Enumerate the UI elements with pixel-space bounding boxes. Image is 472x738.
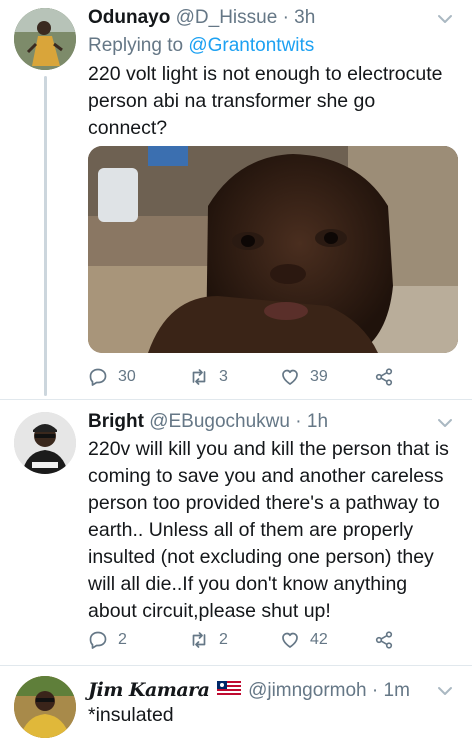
retweet-count: 3 [219, 368, 228, 385]
tweet-text-line: will all die..If you don't know anything [88, 573, 408, 595]
display-name[interactable]: Odunayo [88, 7, 170, 28]
replying-to: Replying to @Grantontwits [88, 35, 314, 57]
tweet-header: Odunayo @D_Hissue · 3h [88, 6, 315, 30]
reply-count: 30 [118, 368, 136, 385]
tweet-text-line: insulted (not excluding one person) they [88, 546, 434, 568]
liberia-flag-icon [216, 681, 241, 697]
retweet-button[interactable]: 3 [189, 366, 228, 388]
separator-dot: · [295, 411, 302, 432]
avatar[interactable] [14, 412, 76, 474]
user-handle[interactable]: @EBugochukwu [149, 411, 290, 432]
tweet-actions: 30 3 39 [88, 366, 408, 388]
mention-link[interactable]: @Grantontwits [188, 35, 314, 56]
tweet-bright[interactable]: Bright @EBugochukwu · 1h 220v will kill … [0, 400, 472, 664]
share-button[interactable] [374, 366, 404, 388]
timestamp[interactable]: 1h [307, 411, 328, 432]
tweet-media-photo[interactable] [88, 146, 458, 353]
tweet-text: 220v will kill you and kill the person t… [88, 436, 449, 625]
avatar[interactable] [14, 8, 76, 70]
tweet-text-line: *insulated [88, 704, 174, 726]
avatar[interactable] [14, 676, 76, 738]
heart-icon [282, 369, 298, 385]
child-photo-image [88, 146, 458, 353]
timestamp[interactable]: 3h [294, 7, 315, 28]
replying-to-label: Replying to [88, 35, 184, 56]
retweet-icon [192, 632, 206, 648]
chevron-down-icon[interactable] [436, 682, 454, 700]
like-button[interactable]: 42 [280, 629, 328, 651]
reply-icon [89, 631, 107, 649]
tweet-text-line: about circuit,please shut up! [88, 600, 331, 622]
tweet-text-line: earth.. Unless all of them are properly [88, 519, 414, 541]
separator-dot: · [371, 680, 379, 701]
tweet-text-line: connect? [88, 117, 168, 139]
separator-dot: · [282, 7, 289, 28]
tweet-text-line: person too provided there's a pathway to [88, 492, 440, 514]
tweet-actions: 2 2 42 [88, 629, 408, 651]
timestamp[interactable]: 1m [384, 680, 410, 701]
reply-button[interactable]: 2 [88, 629, 127, 651]
chevron-down-icon[interactable] [436, 414, 454, 432]
tweet-text: *insulated [88, 702, 174, 729]
share-icon [375, 368, 393, 386]
share-button[interactable] [374, 629, 404, 651]
tweet-text-line: coming to save you and another careless [88, 465, 444, 487]
retweet-icon [192, 369, 206, 385]
like-count: 42 [310, 631, 328, 648]
retweet-button[interactable]: 2 [189, 629, 228, 651]
display-name[interactable]: Bright [88, 411, 144, 432]
like-button[interactable]: 39 [280, 366, 328, 388]
chevron-down-icon[interactable] [436, 10, 454, 28]
share-icon [375, 631, 393, 649]
user-handle[interactable]: @D_Hissue [176, 7, 278, 28]
tweet-text: 220 volt light is not enough to electroc… [88, 61, 443, 142]
reply-icon [89, 368, 107, 386]
like-count: 39 [310, 368, 328, 385]
avatar-image [14, 8, 76, 70]
tweet-header: Bright @EBugochukwu · 1h [88, 410, 328, 434]
display-name[interactable]: Jim Kamara [88, 679, 210, 701]
tweet-text-line: person abi na transformer she go [88, 90, 376, 112]
tweet-text-line: 220v will kill you and kill the person t… [88, 438, 449, 460]
avatar-image [14, 412, 76, 474]
retweet-count: 2 [219, 631, 228, 648]
tweet-text-line: 220 volt light is not enough to electroc… [88, 63, 443, 85]
reply-button[interactable]: 30 [88, 366, 136, 388]
heart-icon [282, 632, 298, 648]
reply-count: 2 [118, 631, 127, 648]
thread-line [44, 76, 47, 396]
tweet-odunayo[interactable]: Odunayo @D_Hissue · 3h Replying to @Gran… [0, 0, 472, 398]
avatar-image [14, 676, 76, 738]
tweet-jim-kamara[interactable]: Jim Kamara @jimngormoh · 1m *insulated [0, 666, 472, 738]
user-handle[interactable]: @jimngormoh [248, 680, 367, 701]
tweet-header: Jim Kamara @jimngormoh · 1m [88, 678, 410, 703]
